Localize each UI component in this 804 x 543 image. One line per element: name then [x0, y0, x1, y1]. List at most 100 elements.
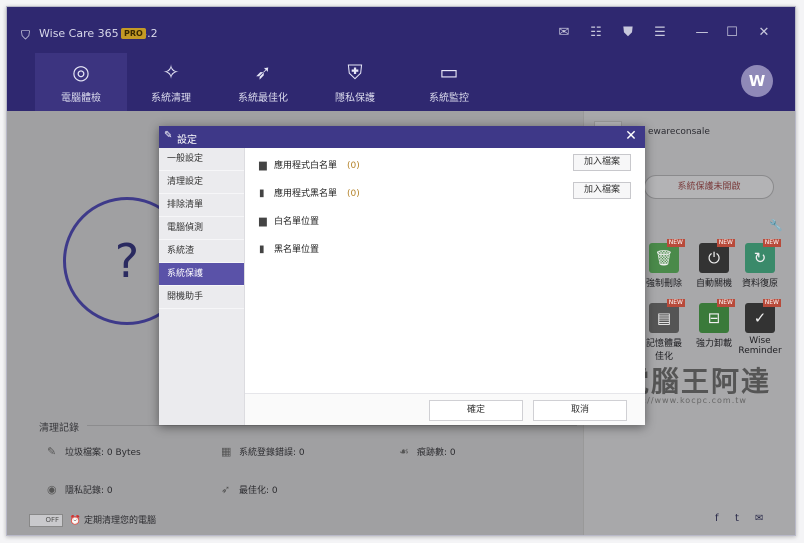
stat-traces: ☙ 痕跡數: 0	[399, 445, 456, 458]
dialog-title-bar: ✎ 設定 ✕	[159, 126, 645, 148]
tab-label: 系統監控	[429, 93, 469, 104]
row-label: 黑名單位置	[274, 245, 320, 255]
stat-label: 痕跡數: 0	[417, 448, 456, 458]
ok-button[interactable]: 確定	[429, 400, 523, 421]
stat-privacy: ◉ 隱私記錄: 0	[47, 483, 113, 496]
uninstall-icon: ⊟ NEW	[699, 299, 735, 333]
add-whitelist-button[interactable]: 加入檔案	[573, 154, 631, 171]
twitter-icon[interactable]: t	[735, 513, 739, 524]
add-blacklist-button[interactable]: 加入檔案	[573, 182, 631, 199]
menu-icon[interactable]: ☰	[651, 25, 669, 40]
row-count: (0)	[347, 189, 360, 199]
tab-checkup[interactable]: ◎ 電腦體檢	[35, 53, 127, 111]
dialog-sidebar: 一般設定 清理設定 排除清單 電腦偵測 系統渣 系統保護 開機助手	[159, 148, 245, 425]
close-icon[interactable]: ✕	[755, 25, 773, 40]
app-window: ⛉ Wise Care 365 - 5.3.2 PRO ✉ ☷ ⛊ ☰ — ☐ …	[6, 6, 796, 536]
lock-shield-icon: ⛨	[347, 60, 363, 84]
cancel-button[interactable]: 取消	[533, 400, 627, 421]
stat-registry: ▦ 系統登錄錯誤: 0	[221, 445, 305, 458]
monitor-pulse-icon: ▭	[439, 60, 459, 84]
whitelist-row: ▆ 應用程式白名單 (0)	[259, 158, 360, 171]
tab-label: 電腦體檢	[61, 93, 101, 104]
eye-icon: ◉	[47, 483, 57, 496]
file-icon: ▮	[259, 188, 265, 199]
tab-label: 系統清理	[151, 93, 191, 104]
rocket-icon: ➶	[221, 483, 231, 496]
main-nav: ◎ 電腦體檢 ✧ 系統清理 ➶ 系統最佳化 ⛨ 隱私保護 ▭ 系統監控 W	[7, 53, 795, 111]
tool-force-delete[interactable]: 🗑 NEW 強制刪除	[642, 239, 686, 289]
mail-icon[interactable]: ✉	[555, 25, 573, 40]
tool-label: 強力卸載	[695, 339, 732, 349]
footprint-icon: ☙	[399, 445, 409, 458]
radar-icon: ◎	[72, 60, 90, 84]
broom-icon: ✎	[47, 445, 57, 458]
sidebar-item-startup[interactable]: 開機助手	[159, 286, 244, 309]
tab-label: 隱私保護	[335, 93, 375, 104]
row-label: 白名單位置	[274, 217, 320, 227]
pro-badge: PRO	[121, 28, 146, 39]
memory-icon: ▤ NEW	[649, 299, 685, 333]
grid-icon: ▦	[221, 445, 232, 458]
share-icon[interactable]: ✉	[755, 513, 763, 524]
row-label: 應用程式黑名單	[274, 189, 338, 199]
wrench-icon: ✎	[164, 130, 173, 141]
rocket-icon: ➶	[254, 60, 272, 84]
minimize-icon[interactable]: —	[693, 25, 711, 40]
alarm-icon: ⏰	[69, 516, 82, 526]
tool-wise-reminder[interactable]: ✓ NEW Wise Reminder	[738, 299, 782, 356]
facebook-icon[interactable]: f	[715, 513, 719, 524]
broom-icon: ✧	[162, 60, 180, 84]
stat-optimize: ➶ 最佳化: 0	[221, 483, 278, 496]
stat-junk: ✎ 垃圾檔案: 0 Bytes	[47, 445, 141, 458]
recover-icon: ↻ NEW	[745, 239, 781, 273]
schedule-row: OFF ⏰ 定期清理您的電腦	[29, 513, 156, 527]
trash-icon: 🗑 NEW	[649, 239, 685, 273]
dialog-close-icon[interactable]: ✕	[623, 128, 639, 144]
row-count: (0)	[347, 161, 360, 171]
sidebar-item-exclude[interactable]: 排除清單	[159, 194, 244, 217]
dialog-footer: 確定 取消	[245, 393, 645, 425]
tool-label: 資料復原	[741, 279, 778, 289]
settings-dialog: ✎ 設定 ✕ 一般設定 清理設定 排除清單 電腦偵測 系統渣 系統保護 開機助手…	[159, 126, 645, 425]
skin-icon[interactable]: ⛊	[619, 25, 637, 40]
tab-clean[interactable]: ✧ 系統清理	[125, 53, 217, 111]
blacklist-location-row[interactable]: ▮ 黑名單位置	[259, 242, 319, 255]
tool-label: 自動關機	[695, 279, 732, 289]
wrench-icon[interactable]: 🔧	[769, 219, 783, 232]
sidebar-item-junk[interactable]: 系統渣	[159, 240, 244, 263]
tab-monitor[interactable]: ▭ 系統監控	[403, 53, 495, 111]
maximize-icon[interactable]: ☐	[723, 25, 741, 40]
tool-force-uninstall[interactable]: ⊟ NEW 強力卸載	[692, 299, 736, 349]
tool-auto-shutdown[interactable]: ⏻ NEW 自動關機	[692, 239, 736, 289]
folder-icon: ▆	[259, 216, 267, 227]
avatar[interactable]: W	[741, 65, 773, 97]
records-title: 清理記錄	[39, 423, 79, 434]
row-label: 應用程式白名單	[274, 161, 338, 171]
file-icon: ▮	[259, 244, 265, 255]
sidebar-item-protection[interactable]: 系統保護	[159, 263, 244, 286]
app-logo-icon: ⛉	[21, 28, 31, 42]
feedback-icon[interactable]: ☷	[587, 25, 605, 40]
stat-label: 隱私記錄: 0	[65, 486, 113, 496]
schedule-toggle[interactable]: OFF	[29, 514, 63, 527]
sidebar-item-detect[interactable]: 電腦偵測	[159, 217, 244, 240]
tab-label: 系統最佳化	[238, 93, 288, 104]
schedule-label: 定期清理您的電腦	[83, 516, 156, 526]
tool-data-recovery[interactable]: ↻ NEW 資料復原	[738, 239, 782, 289]
power-icon: ⏻ NEW	[699, 239, 735, 273]
tab-optimize[interactable]: ➶ 系統最佳化	[217, 53, 309, 111]
protect-status-button[interactable]: 系統保護未開啟	[644, 175, 774, 199]
divider	[87, 425, 577, 426]
whitelist-location-row[interactable]: ▆ 白名單位置	[259, 214, 319, 227]
account-name: ewareconsale	[648, 127, 710, 137]
sidebar-item-general[interactable]: 一般設定	[159, 148, 244, 171]
tool-label: 強制刪除	[645, 279, 682, 289]
tab-privacy[interactable]: ⛨ 隱私保護	[309, 53, 401, 111]
sidebar-item-clean[interactable]: 清理設定	[159, 171, 244, 194]
stat-label: 最佳化: 0	[239, 486, 278, 496]
dialog-title: 設定	[177, 135, 197, 146]
stat-label: 系統登錄錯誤: 0	[239, 448, 305, 458]
stat-label: 垃圾檔案: 0 Bytes	[65, 448, 141, 458]
folder-icon: ▆	[259, 160, 267, 171]
blacklist-row: ▮ 應用程式黑名單 (0)	[259, 186, 360, 199]
